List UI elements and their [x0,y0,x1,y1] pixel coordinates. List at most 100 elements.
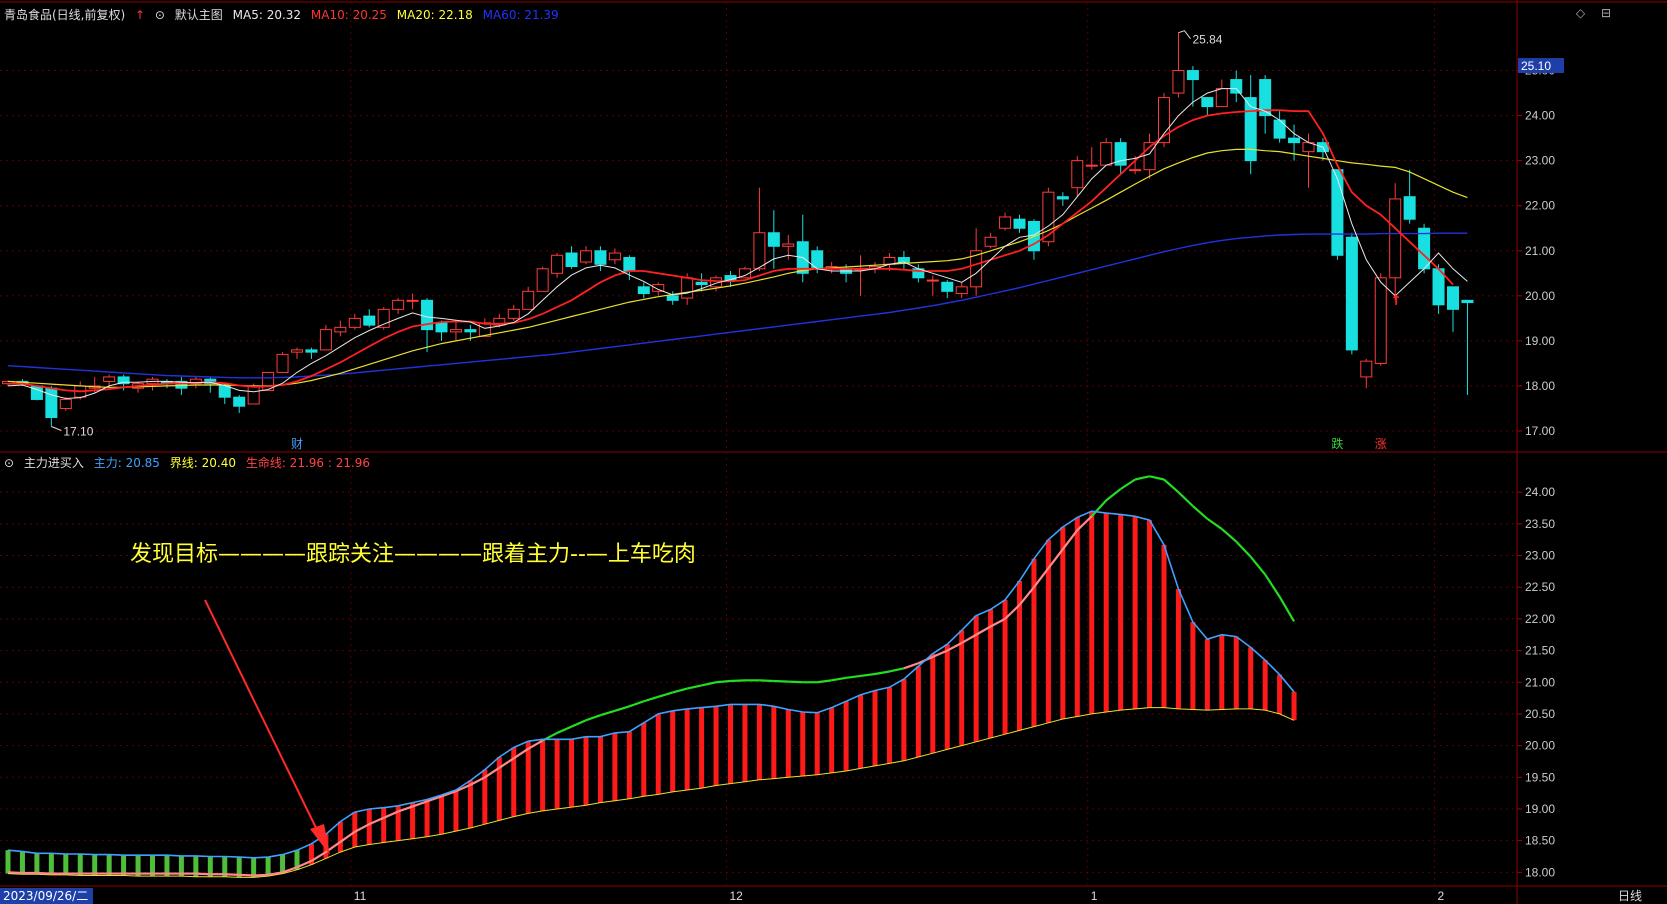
period-label[interactable]: 日线 [1618,887,1642,904]
diamond-icon[interactable]: ◇ [1576,6,1585,20]
indicator-bar [684,708,690,790]
main-chart-label[interactable]: 默认主图 [175,8,223,22]
indicator-header: ⊙ 主力进买入 主力: 20.85 界线: 20.40 生命线: 21.96 :… [4,454,376,471]
candle-body [1331,169,1344,256]
candle-body [1186,70,1199,81]
lifeline-segment [556,725,572,734]
indicator-bar [583,736,589,806]
candle-body [1085,164,1098,167]
candle-body [753,232,766,270]
current-price-label: 25.10 [1521,59,1551,73]
price-tick-label: 22.00 [1525,199,1555,213]
indicator-bar [843,701,849,771]
indicator-bar [366,808,372,845]
lifeline-segment [239,873,254,877]
indicator-bar [554,739,560,809]
signal-arrow-icon: ↑ [1390,293,1402,309]
indicator-bar [569,739,575,808]
ma20-line [7,148,1468,388]
indicator-tick-label: 18.50 [1525,834,1555,848]
indicator-bar [641,722,647,797]
lifeline-segment [1264,573,1281,598]
indicator-toggle-icon[interactable]: ⊙ [4,456,14,470]
boundary-line [7,707,1295,878]
candle-body [435,322,448,333]
window-controls: ◇ ⊟ [1576,6,1611,20]
lifeline-segment [628,700,645,708]
candle-body [45,387,58,418]
candle-body [1215,88,1228,108]
indicator-tick-label: 22.50 [1525,580,1555,594]
candle-body [897,257,910,263]
indicator-bar [265,857,271,877]
indicator-bar [540,739,546,811]
candle-body [348,317,361,328]
indicator-bar [1262,660,1268,711]
candle-body [1100,142,1113,166]
candle-body [666,295,679,301]
indicator-bar [1175,589,1181,709]
indicator-bar [337,821,343,853]
annotation-arrow-line [204,599,319,833]
indicator-bar [612,732,618,801]
indicator-bar [439,795,444,835]
candle-body [999,216,1012,229]
low-label: 17.10 [63,424,93,438]
indicator-bar [728,704,733,784]
lifeline-segment [1235,540,1252,558]
price-tick-label: 24.00 [1525,109,1555,123]
lifeline-segment [889,667,905,673]
lifeline-segment [1192,505,1209,520]
lifeline-segment [759,679,774,683]
lifeline-segment [1120,478,1136,490]
indicator-bar [63,853,69,875]
candle-body [1389,198,1402,279]
candle-body [233,396,246,407]
indicator-bar [699,707,705,789]
candle-body [984,236,997,247]
indicator-bar [1060,527,1066,719]
candle-body [1288,137,1301,144]
indicator-tick-label: 23.00 [1525,549,1555,563]
stock-title[interactable]: 青岛食品(日线,前复权) [4,8,125,22]
candle-body [681,277,694,299]
stock-chart[interactable]: 11 12 1 217.0018.0019.0020.0021.0022.0023.0… [0,0,1667,904]
indicator-bar [814,712,820,775]
ma60-line [7,232,1468,379]
candle-body [218,385,231,398]
x-tick-label: 11 [354,889,367,903]
indicator-bar [352,812,358,847]
collapse-icon[interactable]: ⊟ [1601,6,1611,20]
candle-body [1403,196,1416,220]
settings-toggle-icon[interactable]: ⊙ [155,8,165,22]
indicator-bar [424,799,430,837]
indicator-tick-label: 19.00 [1525,802,1555,816]
candle-body [305,349,318,353]
candlestick-series [2,32,1474,427]
indicator-name[interactable]: 主力进买入 [24,456,84,470]
boundary-value: 界线: 20.40 [169,456,236,470]
candle-body [334,326,347,333]
candle-body [1071,160,1084,189]
indicator-bar [1118,514,1124,711]
event-marker: 财 [291,437,303,451]
lifeline-segment [36,871,52,875]
indicator-tick-label: 18.00 [1525,865,1555,879]
price-tick-label: 19.00 [1525,334,1555,348]
lifeline-segment [715,679,731,684]
lifeline-segment [253,873,269,877]
indicator-bar [713,706,719,786]
candle-body [1360,360,1373,378]
high-marker [1178,30,1191,40]
cursor-date: 2023/09/26/二 [0,888,93,904]
candle-body [291,349,303,353]
low-marker [51,426,62,431]
candle-body [551,254,564,274]
lifeline-segment [585,714,601,722]
indicator-tick-label: 22.00 [1525,612,1555,626]
lifeline-value: 生命线: 21.96 : 21.96 [245,456,371,470]
x-tick-label: 1 [1091,889,1098,903]
indicator-bar [19,851,25,875]
indicator-bar [597,736,603,803]
indicator-bar [1074,517,1080,717]
